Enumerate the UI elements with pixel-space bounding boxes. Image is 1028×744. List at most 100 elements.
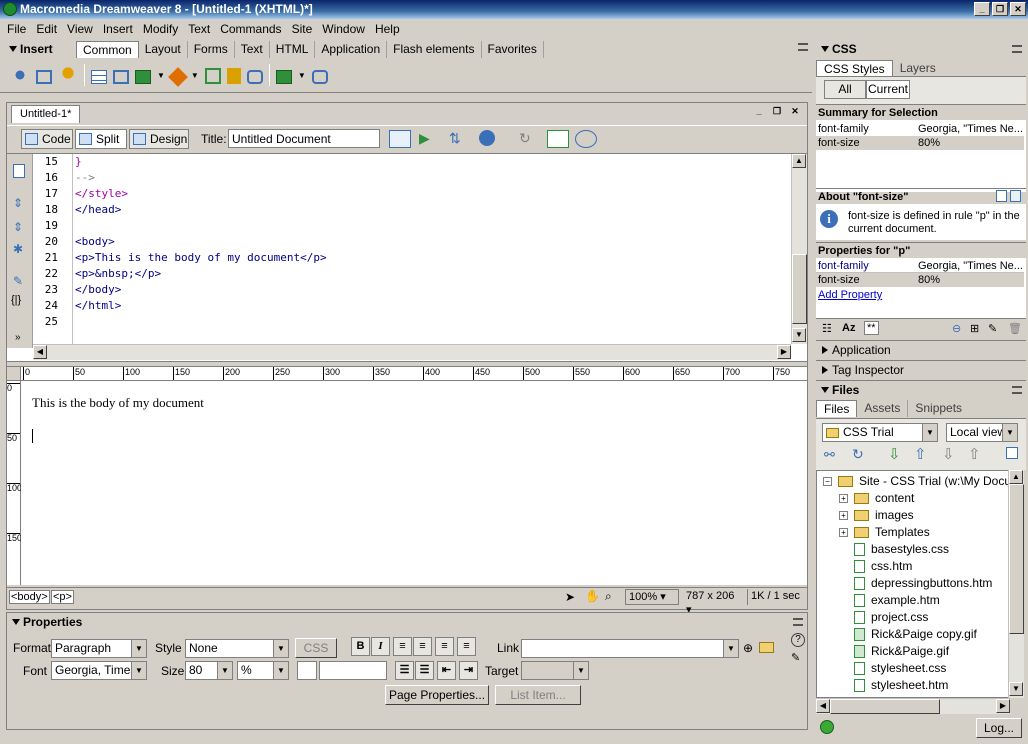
file-management-icon[interactable] xyxy=(389,130,411,148)
document-title-input[interactable] xyxy=(228,129,380,148)
menu-commands[interactable]: Commands xyxy=(215,22,286,36)
files-horizontal-scrollbar[interactable]: ◀ ▶ xyxy=(816,698,1010,714)
tree-item-file[interactable]: Rick&Paige copy.gif xyxy=(854,626,977,643)
hyperlink-icon[interactable] xyxy=(10,65,30,85)
unordered-list-button[interactable]: ☰ xyxy=(395,661,414,680)
doc-minimize-button[interactable]: _ xyxy=(751,105,767,119)
text-color-input[interactable] xyxy=(319,661,387,680)
image-dropdown-icon[interactable]: ▼ xyxy=(157,71,165,80)
code-horizontal-scrollbar[interactable]: ◀ ▶ xyxy=(33,344,791,360)
property-row-font-size[interactable]: font-size 80% xyxy=(816,273,1024,287)
scroll-down-arrow-icon[interactable]: ▼ xyxy=(792,328,806,342)
tree-item-images[interactable]: + images xyxy=(839,507,914,524)
tab-files[interactable]: Files xyxy=(816,400,858,417)
scroll-down-arrow-icon[interactable]: ▼ xyxy=(1009,682,1023,696)
menu-window[interactable]: Window xyxy=(317,22,370,36)
set-properties-view-icon[interactable]: ** xyxy=(864,321,879,335)
tab-flash-elements[interactable]: Flash elements xyxy=(387,41,482,58)
bold-button[interactable]: B xyxy=(351,637,370,656)
style-select[interactable]: None ▼ xyxy=(185,639,289,658)
layer-icon[interactable] xyxy=(113,69,129,84)
balance-braces-icon[interactable]: {|} xyxy=(11,294,21,306)
tab-forms[interactable]: Forms xyxy=(188,41,235,58)
menu-view[interactable]: View xyxy=(62,22,98,36)
close-button[interactable]: ✕ xyxy=(1010,2,1026,16)
email-link-icon[interactable] xyxy=(36,69,52,84)
edit-style-icon[interactable]: ✎ xyxy=(988,322,997,335)
code-editor[interactable]: } --> </style> </head> <body> <p>This is… xyxy=(75,154,791,330)
preview-browser-icon[interactable]: ▶ xyxy=(419,130,441,148)
insert-panel-options-icon[interactable] xyxy=(798,43,808,51)
check-in-icon[interactable]: ⇧ xyxy=(968,445,981,463)
page-properties-button[interactable]: Page Properties... xyxy=(385,685,489,705)
code-line[interactable]: --> xyxy=(75,170,791,186)
properties-header[interactable]: Properties xyxy=(7,613,207,631)
restore-button[interactable]: ❐ xyxy=(992,2,1008,16)
templates-icon[interactable] xyxy=(275,69,292,84)
category-view-icon[interactable]: ☷ xyxy=(822,322,832,335)
tag-chooser-icon[interactable] xyxy=(311,69,328,84)
css-panel-header[interactable]: CSS xyxy=(816,40,1026,58)
property-row-font-family[interactable]: font-family Georgia, "Times Ne... xyxy=(816,259,1024,273)
tree-item-file[interactable]: Rick&Paige.gif xyxy=(854,643,949,660)
collapse-selection-icon[interactable]: ⇕ xyxy=(13,220,23,234)
window-size-select[interactable]: 787 x 206 ▾ xyxy=(683,589,745,616)
scroll-left-arrow-icon[interactable]: ◀ xyxy=(816,699,830,713)
expand-node-icon[interactable]: + xyxy=(839,511,848,521)
scroll-right-arrow-icon[interactable]: ▶ xyxy=(996,699,1010,713)
tag-selector-p[interactable]: <p> xyxy=(51,590,74,604)
head-icon[interactable] xyxy=(246,69,263,84)
tab-html[interactable]: HTML xyxy=(270,41,316,58)
link-input[interactable]: ▼ xyxy=(521,639,739,658)
code-line[interactable]: } xyxy=(75,154,791,170)
site-select[interactable]: CSS Trial ▼ xyxy=(822,423,938,442)
collapse-node-icon[interactable]: − xyxy=(823,477,832,487)
expand-all-icon[interactable]: ✱ xyxy=(13,242,23,256)
more-tools-icon[interactable]: » xyxy=(15,332,21,343)
log-button[interactable]: Log... xyxy=(976,718,1022,738)
tree-item-file[interactable]: stylesheet.htm xyxy=(854,677,948,694)
expand-node-icon[interactable]: + xyxy=(839,528,848,538)
tab-application[interactable]: Application xyxy=(315,41,388,58)
tab-favorites[interactable]: Favorites xyxy=(482,41,544,58)
size-unit-select[interactable]: % ▼ xyxy=(237,661,289,680)
attach-stylesheet-icon[interactable]: ⊖ xyxy=(952,322,961,335)
scroll-left-arrow-icon[interactable]: ◀ xyxy=(33,345,47,359)
document-tab[interactable]: Untitled-1* xyxy=(11,105,81,123)
justify-button[interactable]: ≡ xyxy=(457,637,476,656)
menu-file[interactable]: File xyxy=(2,22,31,36)
point-to-file-icon[interactable]: ⊕ xyxy=(743,641,753,655)
expand-node-icon[interactable]: + xyxy=(839,494,848,504)
view-options-icon[interactable] xyxy=(547,130,569,148)
font-select[interactable]: Georgia, Times ▼ xyxy=(51,661,147,680)
named-anchor-icon[interactable] xyxy=(58,65,78,85)
tree-item-file[interactable]: basestyles.css xyxy=(854,541,949,558)
ordered-list-button[interactable]: ☰ xyxy=(415,661,434,680)
delete-rule-icon[interactable]: 🗑 xyxy=(1008,322,1022,335)
summary-row-font-family[interactable]: font-family Georgia, "Times Ne... xyxy=(816,122,1024,136)
add-property-row[interactable]: Add Property xyxy=(816,288,1024,302)
pointer-tool-icon[interactable]: ➤ xyxy=(565,590,575,604)
files-hscroll-thumb[interactable] xyxy=(830,699,940,714)
media-dropdown-icon[interactable]: ▼ xyxy=(191,71,199,80)
tab-assets[interactable]: Assets xyxy=(857,400,909,417)
files-vertical-scrollbar[interactable]: ▲ ▼ xyxy=(1008,470,1024,698)
menu-modify[interactable]: Modify xyxy=(138,22,183,36)
text-color-swatch[interactable] xyxy=(297,661,317,680)
tab-layout[interactable]: Layout xyxy=(139,41,188,58)
doc-close-button[interactable]: ✕ xyxy=(787,105,803,119)
show-cascade-icon[interactable] xyxy=(1010,190,1021,202)
properties-options-icon[interactable] xyxy=(793,618,803,626)
files-panel-header[interactable]: Files xyxy=(816,380,1026,398)
files-panel-options-icon[interactable] xyxy=(1012,386,1022,394)
menu-help[interactable]: Help xyxy=(370,22,405,36)
format-select[interactable]: Paragraph ▼ xyxy=(51,639,147,658)
media-icon[interactable] xyxy=(168,66,188,87)
date-icon[interactable] xyxy=(204,68,221,84)
browse-folder-icon[interactable] xyxy=(759,642,774,653)
css-panel-options-icon[interactable] xyxy=(1012,45,1022,53)
put-files-icon[interactable]: ⇧ xyxy=(914,445,927,463)
refresh-design-icon[interactable]: ⇅ xyxy=(449,130,471,148)
css-mode-current[interactable]: Current xyxy=(866,80,910,99)
italic-button[interactable]: I xyxy=(371,637,390,656)
